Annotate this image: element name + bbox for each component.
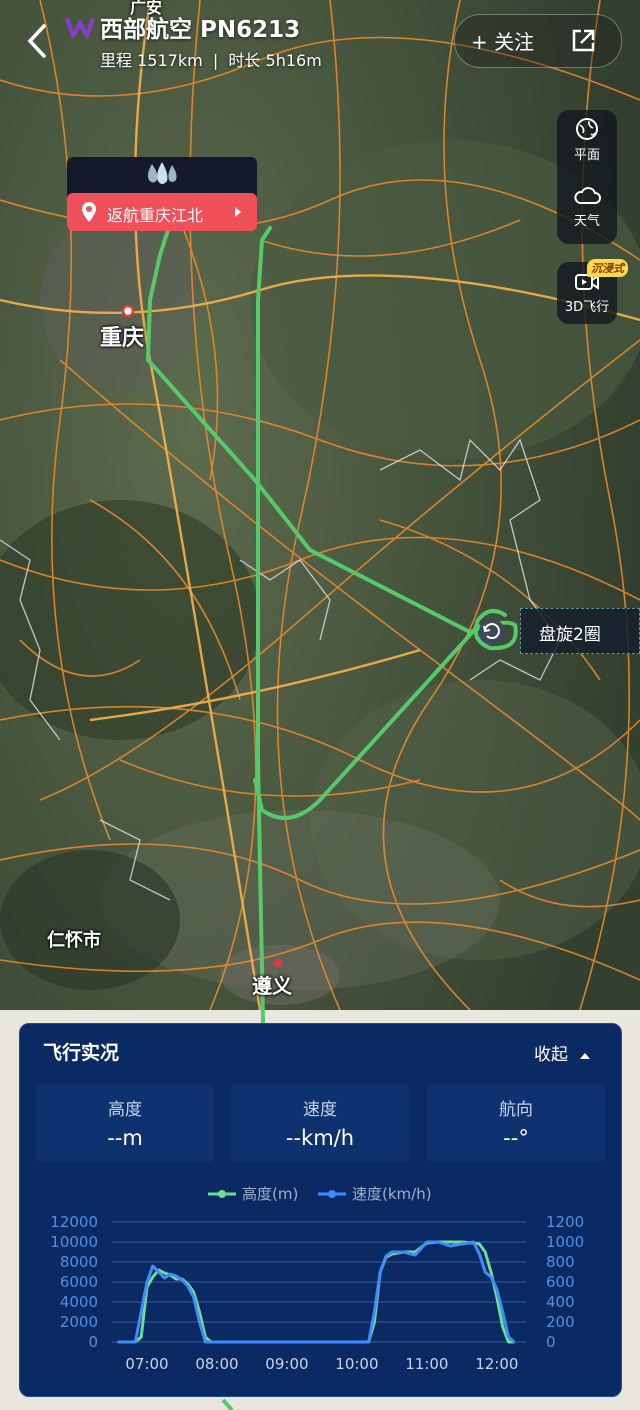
legend-marker [328, 1190, 336, 1198]
city-label-renhuai: 仁怀市 [47, 930, 101, 951]
rain-drops-icon [148, 162, 177, 184]
flight-status-card[interactable]: 返航重庆江北 [67, 157, 257, 231]
y-tick-left: 4000 [60, 1293, 98, 1311]
y-tick-right: 600 [546, 1273, 575, 1291]
y-tick-right: 0 [546, 1333, 556, 1351]
heading-label: 航向 [499, 1100, 533, 1120]
y-tick-left: 2000 [60, 1313, 98, 1331]
back-arrow-icon[interactable] [22, 22, 52, 60]
holding-label: 盘旋2圈 [539, 625, 601, 645]
immersive-badge: 沉浸式 [587, 259, 628, 277]
y-tick-right: 800 [546, 1253, 575, 1271]
series-line-altitude [117, 1240, 515, 1344]
city-label-chongqing: 重庆 [100, 326, 145, 351]
city-label-partial: 广安 [130, 0, 163, 17]
series-line-speed [117, 1240, 516, 1344]
return-status-tag[interactable]: 返航重庆江北 [67, 193, 257, 231]
weather-label: 天气 [573, 214, 600, 229]
y-tick-left: 10000 [50, 1233, 98, 1251]
follow-button[interactable]: + 关注 [471, 26, 534, 55]
speed-label: 速度 [303, 1100, 337, 1120]
chevron-right-icon [235, 207, 241, 217]
flat-map-label: 平面 [573, 148, 600, 163]
holding-tag[interactable]: 盘旋2圈 [520, 608, 640, 654]
y-tick-left: 12000 [50, 1213, 98, 1231]
x-tick: 11:00 [405, 1355, 448, 1373]
flight-header: 西部航空 PN6213 里程 1517km | 时长 5h16m + 关注 [0, 0, 640, 90]
weather-button[interactable]: 天气 [557, 178, 617, 240]
share-icon[interactable] [569, 27, 597, 55]
y-tick-left: 6000 [60, 1273, 98, 1291]
legend-label: 高度(m) [242, 1185, 298, 1203]
x-tick: 08:00 [195, 1355, 238, 1373]
fly-3d-label: 3D飞行 [564, 300, 610, 315]
altitude-stat: 高度 --m [36, 1084, 214, 1162]
flight-profile-chart: 高度(m) 速度(km/h)020004000600080001000012000… [50, 1185, 584, 1373]
return-status-label: 返航重庆江北 [107, 206, 204, 225]
x-tick: 10:00 [335, 1355, 378, 1373]
heading-stat: 航向 --° [427, 1084, 605, 1162]
legend-label: 速度(km/h) [352, 1185, 432, 1203]
airline-logo-icon [66, 17, 94, 38]
collapse-label: 收起 [534, 1045, 568, 1065]
altitude-label: 高度 [108, 1100, 142, 1120]
city-label-zunyi: 遵义 [252, 974, 292, 998]
y-tick-right: 200 [546, 1313, 575, 1331]
panel-title: 飞行实况 [43, 1042, 120, 1064]
y-tick-right: 400 [546, 1293, 575, 1311]
heading-value: --° [503, 1126, 529, 1150]
duration-value: 5h16m [265, 51, 322, 70]
holding-pattern-icon [479, 619, 505, 645]
map-tools: 平面 天气 [557, 110, 617, 244]
distance-label: 里程 [100, 51, 133, 70]
x-tick: 09:00 [265, 1355, 308, 1373]
duration-label: 时长 [228, 51, 261, 70]
location-pin-icon [82, 202, 96, 222]
distance-value: 1517km [137, 51, 203, 70]
flat-map-button[interactable]: 平面 [557, 110, 617, 172]
flight-live-panel: 飞行实况 收起 高度 --m 速度 --km/h 航向 --° 高度(m) 速度(… [19, 1023, 622, 1397]
weather-box [67, 157, 257, 197]
speed-stat: 速度 --km/h [231, 1084, 409, 1162]
cloud-icon [574, 187, 601, 204]
globe-icon [576, 118, 598, 140]
caret-up-icon [580, 1053, 591, 1059]
y-tick-left: 8000 [60, 1253, 98, 1271]
legend-marker [218, 1190, 226, 1198]
y-tick-left: 0 [88, 1333, 98, 1351]
header-actions: + 关注 [454, 14, 622, 68]
x-tick: 07:00 [125, 1355, 168, 1373]
flight-meta: 里程 1517km | 时长 5h16m [100, 51, 322, 70]
y-tick-right: 1000 [546, 1233, 584, 1251]
zunyi-marker [274, 959, 282, 967]
collapse-button[interactable]: 收起 [534, 1040, 591, 1065]
altitude-value: --m [107, 1126, 143, 1150]
speed-value: --km/h [285, 1126, 355, 1150]
x-tick: 12:00 [475, 1355, 518, 1373]
y-tick-right: 1200 [546, 1213, 584, 1231]
chongqing-airport-marker [121, 304, 135, 318]
